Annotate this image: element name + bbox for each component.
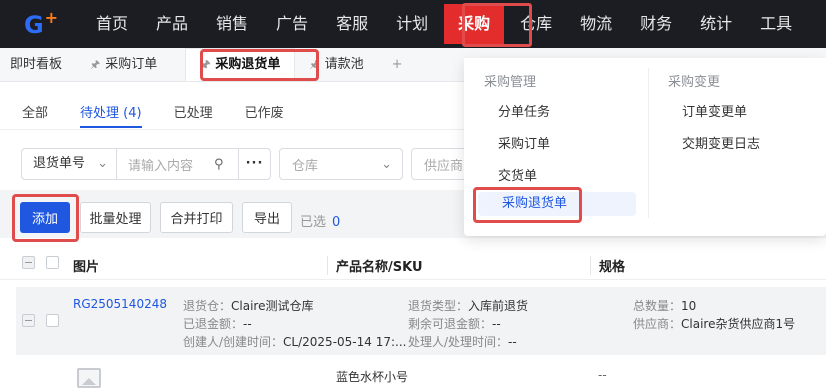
tab-label: 采购订单 (105, 56, 158, 72)
row-remaining: 剩余可退金额：-- (408, 315, 501, 332)
logo[interactable]: G + (0, 0, 82, 48)
chevron-down-icon: ⌄ (381, 156, 392, 172)
nav-item-stats[interactable]: 统计 (686, 0, 746, 48)
top-nav: G + 首页 产品 销售 广告 客服 计划 采购 仓库 物流 财务 统计 工具 (0, 0, 826, 48)
menu-item-delivery-note[interactable]: 交货单 (498, 165, 537, 184)
row-return-type: 退货类型：入库前退货 (408, 297, 528, 314)
creator-value: CL/2025-05-14 17:... (283, 335, 407, 349)
creator-label: 创建人/创建时间： (183, 335, 284, 349)
warehouse-value: Claire测试仓库 (231, 299, 314, 313)
nav-item-ads[interactable]: 广告 (262, 0, 322, 48)
return-order-link[interactable]: RG2505140248 (73, 297, 167, 311)
search-type-select[interactable]: 退货单号 ⌄ (22, 149, 117, 179)
handler-value: -- (508, 335, 517, 349)
search-input[interactable]: 请输入内容 (117, 155, 214, 174)
table-header: 图片 产品名称/SKU 规格 (0, 246, 826, 280)
nav-item-home[interactable]: 首页 (82, 0, 142, 48)
tab-label: 请款池 (324, 56, 364, 72)
search-filter: 退货单号 ⌄ 请输入内容 ⚲ ··· (21, 148, 271, 180)
column-header-spec: 规格 (590, 256, 625, 275)
more-options-button[interactable]: ··· (238, 149, 270, 179)
warehouse-placeholder: 仓库 (292, 158, 319, 174)
row-collapse-checkbox[interactable] (22, 314, 35, 327)
supplier-placeholder: 供应商 (424, 158, 464, 174)
type-value: 入库前退货 (468, 299, 529, 313)
chevron-down-icon: ⌄ (97, 156, 108, 171)
refunded-label: 已退金额： (183, 317, 244, 331)
qty-value: 10 (681, 299, 697, 313)
refunded-value: -- (243, 317, 252, 331)
highlight-add-button (12, 194, 79, 242)
search-type-label: 退货单号 (33, 156, 86, 171)
column-header-image: 图片 (73, 260, 100, 275)
image-placeholder-icon (77, 368, 101, 388)
collapse-all-checkbox[interactable] (22, 256, 35, 269)
warehouse-label: 退货仓： (183, 299, 232, 313)
menu-group-title-management: 采购管理 (484, 75, 537, 90)
merge-print-button[interactable]: 合并打印 (160, 202, 233, 233)
select-all-checkbox[interactable] (46, 256, 59, 269)
plus-icon: + (391, 56, 403, 72)
menu-divider (648, 68, 649, 218)
product-name: 蓝色水杯小号 (336, 370, 409, 384)
menu-item-delivery-change-log[interactable]: 交期变更日志 (682, 133, 760, 152)
product-spec: -- (598, 368, 607, 382)
remaining-value: -- (492, 317, 501, 331)
status-tabs: 全部 待处理 (4) 已处理 已作废 (22, 102, 316, 128)
row-warehouse: 退货仓：Claire测试仓库 (183, 297, 313, 314)
nav-item-service[interactable]: 客服 (322, 0, 382, 48)
remaining-label: 剩余可退金额： (408, 317, 493, 331)
selected-label: 已选 (300, 215, 327, 230)
row-handler: 处理人/处理时间：-- (408, 333, 517, 350)
handler-label: 处理人/处理时间： (408, 335, 509, 349)
nav-item-product[interactable]: 产品 (142, 0, 202, 48)
nav-item-plan[interactable]: 计划 (382, 0, 442, 48)
row-refunded: 已退金额：-- (183, 315, 252, 332)
nav-item-logistics[interactable]: 物流 (566, 0, 626, 48)
type-label: 退货类型： (408, 299, 469, 313)
supplier-label: 供应商： (633, 317, 682, 331)
highlight-purchase-nav (462, 3, 532, 47)
menu-item-order-change[interactable]: 订单变更单 (682, 101, 747, 120)
nav-item-tools[interactable]: 工具 (746, 0, 806, 48)
selected-number: 0 (332, 215, 341, 230)
selected-count: 已选 0 (300, 211, 340, 230)
status-tab-voided[interactable]: 已作废 (245, 102, 284, 128)
batch-process-button[interactable]: 批量处理 (80, 202, 151, 233)
status-tab-processed[interactable]: 已处理 (174, 102, 213, 128)
nav-item-finance[interactable]: 财务 (626, 0, 686, 48)
highlight-return-menu-item (473, 187, 582, 223)
row-supplier: 供应商：Claire杂货供应商1号 (633, 315, 795, 332)
add-tab-button[interactable]: + (378, 48, 417, 81)
tab-purchase-order[interactable]: 🖈 采购订单 (76, 48, 171, 81)
menu-item-purchase-order[interactable]: 采购订单 (498, 133, 550, 152)
row-checkbox[interactable] (46, 314, 59, 327)
status-tab-pending[interactable]: 待处理 (4) (80, 102, 142, 128)
column-header-product: 产品名称/SKU (327, 256, 423, 275)
menu-group-title-change: 采购变更 (668, 75, 721, 90)
status-tab-all[interactable]: 全部 (22, 102, 48, 128)
logo-icon: G + (24, 8, 58, 39)
search-icon[interactable]: ⚲ (214, 157, 238, 172)
qty-label: 总数量： (633, 299, 682, 313)
menu-item-split-task[interactable]: 分单任务 (498, 101, 550, 120)
tab-label: 即时看板 (10, 56, 63, 72)
row-quantity: 总数量：10 (633, 297, 696, 314)
supplier-value: Claire杂货供应商1号 (681, 317, 796, 331)
warehouse-select[interactable]: 仓库 ⌄ (279, 148, 403, 180)
nav-menu: 首页 产品 销售 广告 客服 计划 采购 仓库 物流 财务 统计 工具 (82, 0, 806, 48)
highlight-return-tab (200, 49, 319, 81)
tab-dashboard[interactable]: 即时看板 (0, 48, 76, 81)
nav-item-sales[interactable]: 销售 (202, 0, 262, 48)
pin-icon: 🖈 (90, 57, 101, 71)
row-creator: 创建人/创建时间：CL/2025-05-14 17:... (183, 333, 406, 350)
export-button[interactable]: 导出 (242, 202, 292, 233)
